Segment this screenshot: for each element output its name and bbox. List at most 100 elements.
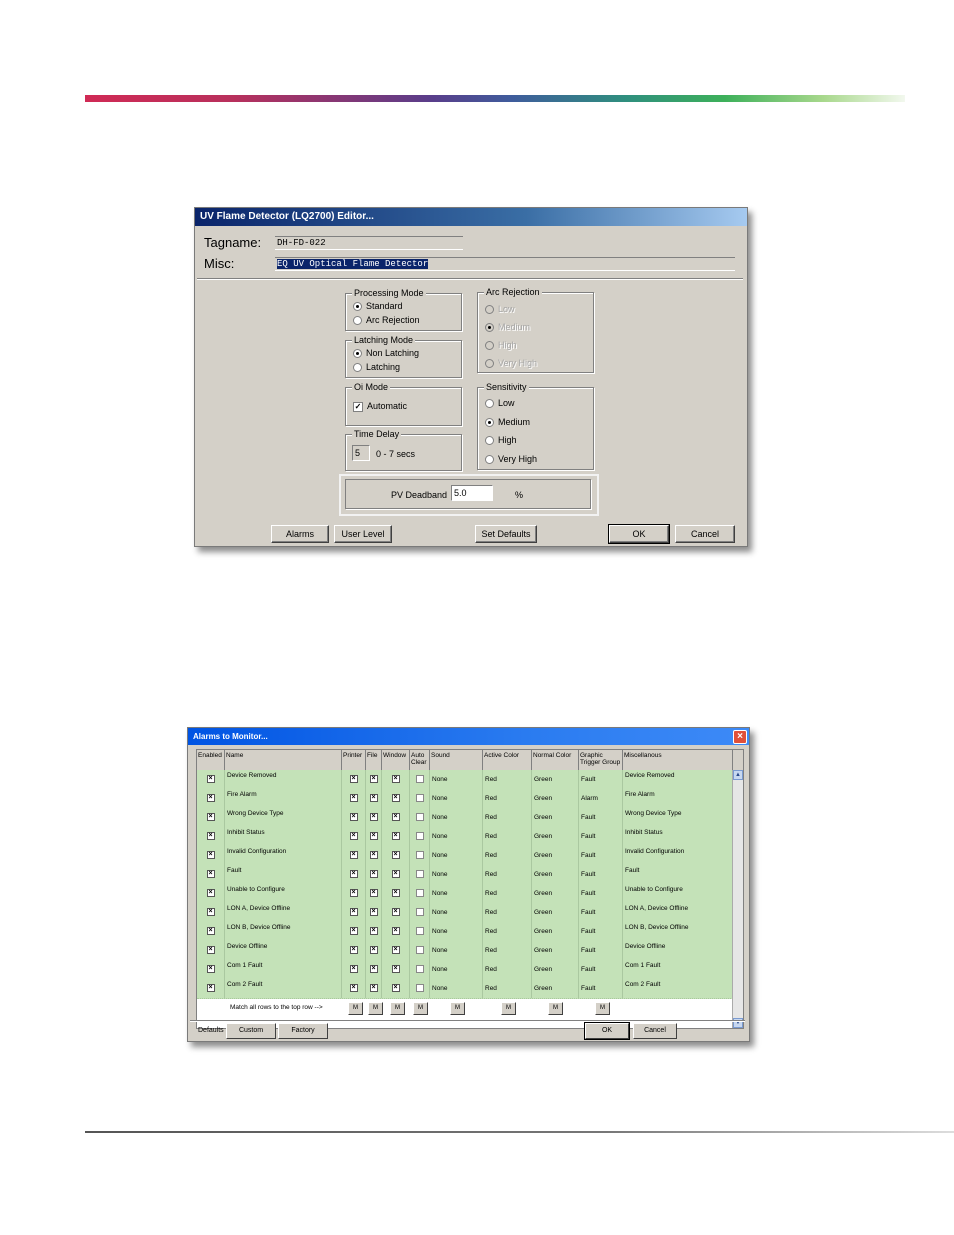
table-row[interactable]: × LON A, Device Offline × × × None Red Green Fau… xyxy=(197,903,733,923)
alarms-ok-button[interactable]: OK xyxy=(584,1022,630,1040)
match-button[interactable]: M xyxy=(501,1002,516,1015)
latching-non-radio[interactable]: Non Latching xyxy=(353,348,419,359)
checkbox-checked-icon[interactable]: × xyxy=(206,965,215,974)
misc-field[interactable]: EQ UV Optical Flame Detector xyxy=(275,257,735,271)
cell-sound[interactable]: None xyxy=(430,846,483,865)
checkbox-checked-icon[interactable]: × xyxy=(349,984,358,993)
checkbox-checked-icon[interactable]: × xyxy=(369,870,378,879)
cell-misc[interactable]: LON B, Device Offline xyxy=(623,922,733,941)
checkbox-checked-icon[interactable]: × xyxy=(391,984,400,993)
table-row[interactable]: × Unable to Configure × × × None Red Green Fault… xyxy=(197,884,733,904)
cell-misc[interactable]: Com 2 Fault xyxy=(623,979,733,998)
cell-sound[interactable]: None xyxy=(430,884,483,903)
checkbox-checked-icon[interactable]: × xyxy=(206,946,215,955)
match-button[interactable]: M xyxy=(450,1002,465,1015)
cell-misc[interactable]: Inhibit Status xyxy=(623,827,733,846)
checkbox-checked-icon[interactable]: × xyxy=(206,927,215,936)
checkbox-checked-icon[interactable]: × xyxy=(391,946,400,955)
cell-name[interactable]: Invalid Configuration xyxy=(225,846,342,865)
cell-sound[interactable]: None xyxy=(430,960,483,979)
cell-normal[interactable]: Green xyxy=(532,884,579,903)
factory-button[interactable]: Factory xyxy=(278,1023,328,1039)
cell-name[interactable]: Com 1 Fault xyxy=(225,960,342,979)
checkbox-unchecked-icon[interactable] xyxy=(415,813,424,822)
cancel-button[interactable]: Cancel xyxy=(675,525,735,543)
cell-active[interactable]: Red xyxy=(483,865,532,884)
cell-active[interactable]: Red xyxy=(483,941,532,960)
col-name[interactable]: Name xyxy=(225,750,342,770)
cell-active[interactable]: Red xyxy=(483,922,532,941)
processing-arc-radio[interactable]: Arc Rejection xyxy=(353,315,420,326)
cell-active[interactable]: Red xyxy=(483,960,532,979)
checkbox-checked-icon[interactable]: × xyxy=(369,927,378,936)
close-icon[interactable]: × xyxy=(733,730,747,744)
cell-active[interactable]: Red xyxy=(483,846,532,865)
checkbox-checked-icon[interactable]: × xyxy=(206,851,215,860)
checkbox-unchecked-icon[interactable] xyxy=(415,794,424,803)
alarms-button[interactable]: Alarms xyxy=(271,525,329,543)
checkbox-checked-icon[interactable]: × xyxy=(369,851,378,860)
cell-normal[interactable]: Green xyxy=(532,941,579,960)
checkbox-unchecked-icon[interactable] xyxy=(415,946,424,955)
oi-automatic-checkbox[interactable]: ✓ Automatic xyxy=(353,401,407,412)
table-row[interactable]: × Wrong Device Type × × × None Red Green Fault Wr… xyxy=(197,808,733,828)
checkbox-checked-icon[interactable]: × xyxy=(391,908,400,917)
checkbox-checked-icon[interactable]: × xyxy=(349,965,358,974)
scroll-up-icon[interactable]: ▲ xyxy=(733,770,743,780)
match-button[interactable]: M xyxy=(368,1002,383,1015)
checkbox-checked-icon[interactable]: × xyxy=(349,813,358,822)
ok-button[interactable]: OK xyxy=(608,524,670,544)
cell-active[interactable]: Red xyxy=(483,884,532,903)
col-printer[interactable]: Printer xyxy=(342,750,366,770)
checkbox-unchecked-icon[interactable] xyxy=(415,775,424,784)
cell-misc[interactable]: Invalid Configuration xyxy=(623,846,733,865)
cell-sound[interactable]: None xyxy=(430,941,483,960)
cell-normal[interactable]: Green xyxy=(532,960,579,979)
cell-misc[interactable]: Fault xyxy=(623,865,733,884)
cell-group[interactable]: Fault xyxy=(579,808,623,827)
cell-normal[interactable]: Green xyxy=(532,865,579,884)
table-row[interactable]: × Inhibit Status × × × None Red Green Fault Inhib… xyxy=(197,827,733,847)
cell-active[interactable]: Red xyxy=(483,789,532,808)
cell-misc[interactable]: Wrong Device Type xyxy=(623,808,733,827)
checkbox-checked-icon[interactable]: × xyxy=(391,965,400,974)
checkbox-checked-icon[interactable]: × xyxy=(369,813,378,822)
checkbox-unchecked-icon[interactable] xyxy=(415,889,424,898)
checkbox-checked-icon[interactable]: × xyxy=(349,927,358,936)
cell-sound[interactable]: None xyxy=(430,789,483,808)
cell-normal[interactable]: Green xyxy=(532,846,579,865)
processing-standard-radio[interactable]: Standard xyxy=(353,301,403,312)
checkbox-checked-icon[interactable]: × xyxy=(391,832,400,841)
checkbox-checked-icon[interactable]: × xyxy=(349,908,358,917)
cell-normal[interactable]: Green xyxy=(532,827,579,846)
time-delay-input[interactable]: 5 xyxy=(352,445,370,461)
table-row[interactable]: × LON B, Device Offline × × × None Red Green Fau… xyxy=(197,922,733,942)
cell-active[interactable]: Red xyxy=(483,827,532,846)
cell-active[interactable]: Red xyxy=(483,903,532,922)
cell-normal[interactable]: Green xyxy=(532,903,579,922)
checkbox-checked-icon[interactable]: × xyxy=(349,851,358,860)
cell-group[interactable]: Fault xyxy=(579,979,623,998)
cell-name[interactable]: Wrong Device Type xyxy=(225,808,342,827)
checkbox-checked-icon[interactable]: × xyxy=(206,775,215,784)
checkbox-checked-icon[interactable]: × xyxy=(369,984,378,993)
cell-misc[interactable]: Device Removed xyxy=(623,770,733,789)
checkbox-checked-icon[interactable]: × xyxy=(369,965,378,974)
cell-group[interactable]: Fault xyxy=(579,960,623,979)
cell-group[interactable]: Alarm xyxy=(579,789,623,808)
cell-normal[interactable]: Green xyxy=(532,808,579,827)
cell-normal[interactable]: Green xyxy=(532,922,579,941)
table-row[interactable]: × Com 2 Fault × × × None Red Green Fault Com 2 Fa… xyxy=(197,979,733,999)
col-trigger-group[interactable]: Graphic Trigger Group xyxy=(579,750,623,770)
cell-name[interactable]: Com 2 Fault xyxy=(225,979,342,998)
checkbox-checked-icon[interactable]: × xyxy=(206,832,215,841)
match-button[interactable]: M xyxy=(548,1002,563,1015)
cell-sound[interactable]: None xyxy=(430,770,483,789)
cell-group[interactable]: Fault xyxy=(579,770,623,789)
checkbox-checked-icon[interactable]: × xyxy=(206,870,215,879)
checkbox-checked-icon[interactable]: × xyxy=(206,889,215,898)
col-normal-color[interactable]: Normal Color xyxy=(532,750,579,770)
cell-group[interactable]: Fault xyxy=(579,903,623,922)
sensitivity-very-high-radio[interactable]: Very High xyxy=(485,454,537,465)
checkbox-unchecked-icon[interactable] xyxy=(415,984,424,993)
